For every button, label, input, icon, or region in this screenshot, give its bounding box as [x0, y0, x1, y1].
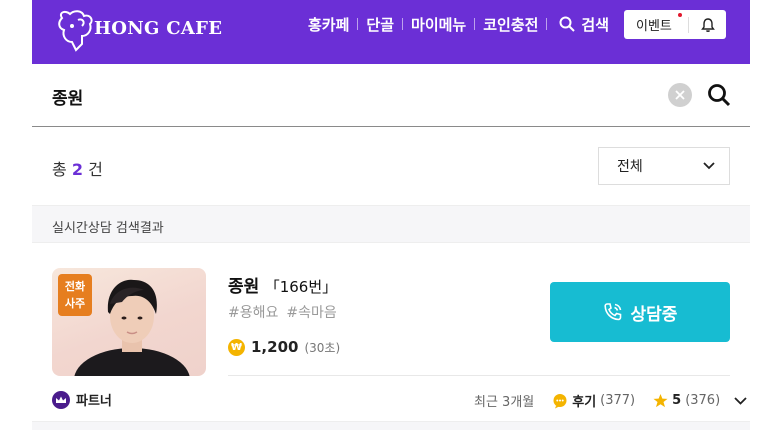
section-header: 실시간상담 검색결과	[32, 205, 750, 243]
card-divider	[228, 375, 730, 376]
won-coin-icon: ₩	[228, 338, 245, 356]
result-count-row: 총 2 건 전체	[32, 128, 750, 205]
search-input[interactable]: 종원	[52, 84, 83, 109]
page-gutter-right	[750, 0, 780, 430]
rating-count: (376)	[685, 393, 721, 408]
badge-line-2: 사주	[64, 297, 86, 310]
counselor-name-row[interactable]: 종원 「166번」	[228, 272, 337, 297]
count-suffix: 건	[88, 160, 103, 179]
count-prefix: 총	[52, 160, 67, 179]
badge-line-1: 전화	[64, 280, 86, 293]
counselor-card[interactable]: 전화 사주 종원 「166번」 #용해요 #속마음 ₩ 1,200 (30초) …	[32, 244, 750, 430]
crown-icon	[52, 390, 70, 409]
bell-icon	[700, 17, 715, 32]
partner-badge: 파트너	[52, 390, 112, 409]
next-section-band	[32, 421, 750, 430]
search-submit-button[interactable]	[706, 82, 732, 108]
filter-value: 전체	[617, 159, 643, 175]
event-label-text: 이벤트	[636, 19, 672, 34]
consult-status-button[interactable]: 상담중	[550, 282, 730, 342]
stats-period: 최근 3개월	[474, 395, 535, 410]
event-button[interactable]: 이벤트	[624, 10, 726, 39]
event-label: 이벤트	[624, 13, 688, 34]
app-frame: HONG CAFE 홍카페 단골 마이메뉴 코인충전 검색 이벤트 종원 총 2…	[32, 0, 750, 430]
nav-item-mymenu[interactable]: 마이메뉴	[403, 14, 474, 35]
filter-dropdown[interactable]: 전체	[598, 147, 730, 185]
notification-button[interactable]	[689, 17, 726, 33]
count-number: 2	[71, 160, 83, 179]
ram-logo-icon[interactable]	[52, 8, 98, 54]
chevron-down-icon[interactable]	[734, 396, 747, 405]
search-icon	[708, 84, 731, 107]
phone-icon	[603, 303, 621, 321]
clear-search-button[interactable]	[668, 83, 692, 107]
nav-item-regular[interactable]: 단골	[358, 14, 402, 35]
partner-label: 파트너	[76, 394, 112, 409]
section-title: 실시간상담 검색결과	[52, 221, 164, 236]
chevron-down-icon	[703, 162, 715, 170]
result-count: 총 2 건	[52, 156, 103, 180]
chat-bubble-icon	[553, 393, 567, 408]
top-header: HONG CAFE 홍카페 단골 마이메뉴 코인충전 검색 이벤트	[32, 0, 750, 64]
review-label: 후기	[572, 395, 597, 410]
page-gutter-left	[0, 0, 32, 430]
search-icon	[559, 16, 576, 32]
counselor-number: 「166번」	[264, 278, 338, 296]
price-amount: 1,200	[251, 338, 299, 356]
star-icon	[653, 393, 668, 408]
consult-button-label: 상담중	[630, 304, 678, 325]
close-icon	[675, 90, 685, 100]
nav-item-coin-charge[interactable]: 코인충전	[475, 14, 546, 35]
nav-search-label: 검색	[581, 15, 610, 34]
tag-item[interactable]: #속마음	[286, 302, 336, 322]
counselor-photo[interactable]: 전화 사주	[52, 268, 206, 376]
counselor-tags: #용해요 #속마음	[228, 302, 337, 322]
new-dot-indicator	[678, 13, 682, 17]
review-stats: 최근 3개월 후기 (377) 5 (376)	[474, 391, 747, 410]
brand-name[interactable]: HONG CAFE	[94, 18, 222, 39]
nav-item-hongcafe[interactable]: 홍카페	[300, 14, 357, 35]
review-count: (377)	[600, 393, 636, 408]
nav-search-button[interactable]: 검색	[547, 14, 609, 35]
price-info: ₩ 1,200 (30초)	[228, 338, 340, 356]
counselor-name: 종원	[228, 277, 260, 297]
tag-item[interactable]: #용해요	[228, 302, 278, 322]
price-unit: (30초)	[304, 340, 341, 355]
category-badge: 전화 사주	[58, 274, 92, 316]
rating-value: 5	[672, 393, 682, 408]
main-nav: 홍카페 단골 마이메뉴 코인충전 검색	[300, 0, 609, 48]
search-bar: 종원	[32, 64, 750, 127]
